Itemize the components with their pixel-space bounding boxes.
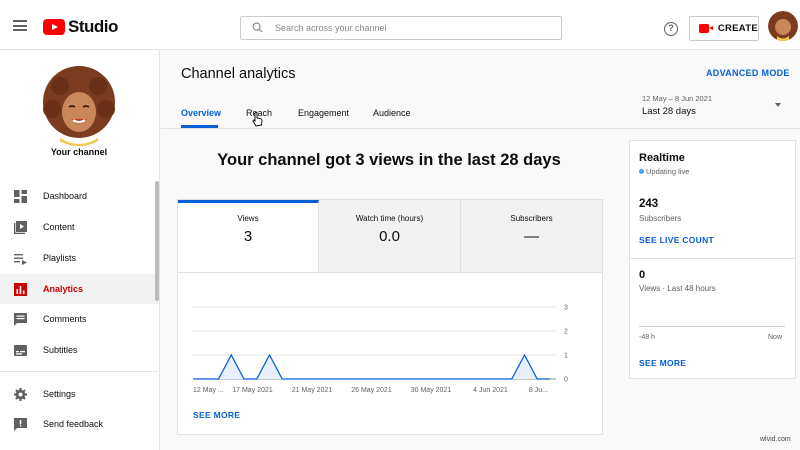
y-tick-label: 3 <box>564 305 568 312</box>
sidebar-item-label: Send feedback <box>43 419 104 429</box>
search-box[interactable] <box>240 16 562 40</box>
metric-value: 0.0 <box>379 228 400 245</box>
channel-avatar[interactable] <box>38 64 120 146</box>
metric-label: Views <box>237 214 259 223</box>
realtime-views-label: Views · Last 48 hours <box>639 284 716 293</box>
realtime-bar-baseline <box>639 326 785 327</box>
comments-icon <box>14 312 27 326</box>
help-icon[interactable]: ? <box>664 22 678 36</box>
summary-headline: Your channel got 3 views in the last 28 … <box>217 151 561 169</box>
realtime-views-value: 0 <box>639 269 646 281</box>
sidebar-item-send-feedback[interactable]: Send feedback <box>0 409 158 439</box>
metric-value: — <box>524 228 539 245</box>
video-camera-icon <box>699 24 713 33</box>
advanced-mode-link[interactable]: ADVANCED MODE <box>706 68 790 78</box>
metric-label: Subscribers <box>510 214 553 223</box>
sidebar-item-label: Analytics <box>43 284 84 294</box>
playlists-icon <box>14 253 27 265</box>
see-live-count-link[interactable]: SEE LIVE COUNT <box>639 235 714 245</box>
logo-text: Studio <box>68 17 118 36</box>
realtime-axis-start: -48 h <box>639 334 655 341</box>
analytics-icon <box>14 282 27 296</box>
x-tick-label: 21 May 2021 <box>292 387 333 394</box>
x-tick-label: 8 Ju... <box>529 387 548 394</box>
y-tick-label: 2 <box>564 329 568 336</box>
sidebar-item-label: Content <box>43 222 75 232</box>
sidebar-item-label: Settings <box>43 389 76 399</box>
realtime-title: Realtime <box>639 152 685 164</box>
x-tick-label: 12 May ... <box>193 387 224 394</box>
realtime-subscribers-value: 243 <box>639 198 659 210</box>
settings-icon <box>14 387 27 401</box>
menu-icon[interactable] <box>13 20 27 31</box>
views-chart[interactable]: 3 2 1 0 12 May ... 17 May 2021 21 May 2021 26 M… <box>178 295 602 405</box>
realtime-see-more-link[interactable]: SEE MORE <box>639 358 686 368</box>
realtime-card: Realtime Updating live 243 Subscribers S… <box>629 140 796 379</box>
realtime-subscribers-label: Subscribers <box>639 214 682 223</box>
views-area <box>193 355 550 379</box>
tab-audience[interactable]: Audience <box>373 108 411 118</box>
tab-overview[interactable]: Overview <box>181 108 221 118</box>
date-range-text: 12 May – 8 Jun 2021 <box>642 94 713 103</box>
sidebar-item-playlists[interactable]: Playlists <box>0 243 158 273</box>
content-icon <box>14 220 27 234</box>
sidebar-item-content[interactable]: Content <box>0 212 158 242</box>
page-title: Channel analytics <box>181 66 296 82</box>
x-tick-label: 30 May 2021 <box>411 387 452 394</box>
create-label: CREATE <box>717 23 758 34</box>
y-tick-label: 0 <box>564 377 568 384</box>
dashboard-icon <box>14 189 27 203</box>
views-line <box>193 353 550 380</box>
sidebar-divider <box>0 371 158 372</box>
search-input[interactable] <box>275 17 555 39</box>
metric-watch-time[interactable]: Watch time (hours) 0.0 <box>319 200 461 272</box>
sidebar: Your channel Dashboard Content Playlists… <box>0 50 160 450</box>
watermark: wlvid.com <box>760 436 791 443</box>
metric-value: 3 <box>243 228 253 245</box>
sidebar-item-analytics[interactable]: Analytics <box>0 274 158 304</box>
realtime-axis-end: Now <box>768 334 783 341</box>
metric-subscribers[interactable]: Subscribers — <box>461 200 602 272</box>
metric-views[interactable]: Views 3 <box>178 200 319 272</box>
x-tick-label: 4 Jun 2021 <box>473 387 508 394</box>
caret-down-icon <box>775 103 781 107</box>
y-tick-label: 1 <box>564 353 568 360</box>
tab-engagement[interactable]: Engagement <box>298 108 349 118</box>
metric-label: Watch time (hours) <box>355 214 424 223</box>
metrics-divider <box>178 272 602 273</box>
sidebar-item-comments[interactable]: Comments <box>0 304 158 334</box>
sidebar-item-dashboard[interactable]: Dashboard <box>0 181 158 211</box>
see-more-link[interactable]: SEE MORE <box>193 410 240 420</box>
sidebar-scrollbar[interactable] <box>155 181 159 301</box>
overview-card: Views 3 Watch time (hours) 0.0 Subscribe… <box>177 199 603 435</box>
x-tick-label: 26 May 2021 <box>351 387 392 394</box>
search-icon <box>252 22 263 33</box>
sidebar-item-label: Comments <box>43 314 87 324</box>
your-channel-label: Your channel <box>50 147 108 157</box>
mouse-pointer-icon <box>252 112 263 127</box>
header-divider <box>161 128 800 129</box>
account-avatar[interactable] <box>768 11 798 41</box>
sidebar-item-label: Playlists <box>43 253 77 263</box>
subtitles-icon <box>14 344 27 356</box>
realtime-status: Updating live <box>646 167 690 176</box>
sidebar-item-label: Dashboard <box>43 191 88 201</box>
sidebar-item-settings[interactable]: Settings <box>0 379 158 409</box>
feedback-icon <box>14 417 27 431</box>
create-button[interactable]: CREATE <box>689 16 759 41</box>
youtube-logo-icon <box>43 19 65 35</box>
date-range-label: Last 28 days <box>642 106 696 117</box>
top-bar: Studio ? CREATE <box>0 0 800 50</box>
live-dot-icon <box>639 169 644 174</box>
sidebar-item-subtitles[interactable]: Subtitles <box>0 335 158 365</box>
x-tick-label: 17 May 2021 <box>232 387 273 394</box>
sidebar-item-label: Subtitles <box>43 345 78 355</box>
studio-logo[interactable]: Studio <box>43 17 118 37</box>
realtime-divider <box>630 258 795 259</box>
